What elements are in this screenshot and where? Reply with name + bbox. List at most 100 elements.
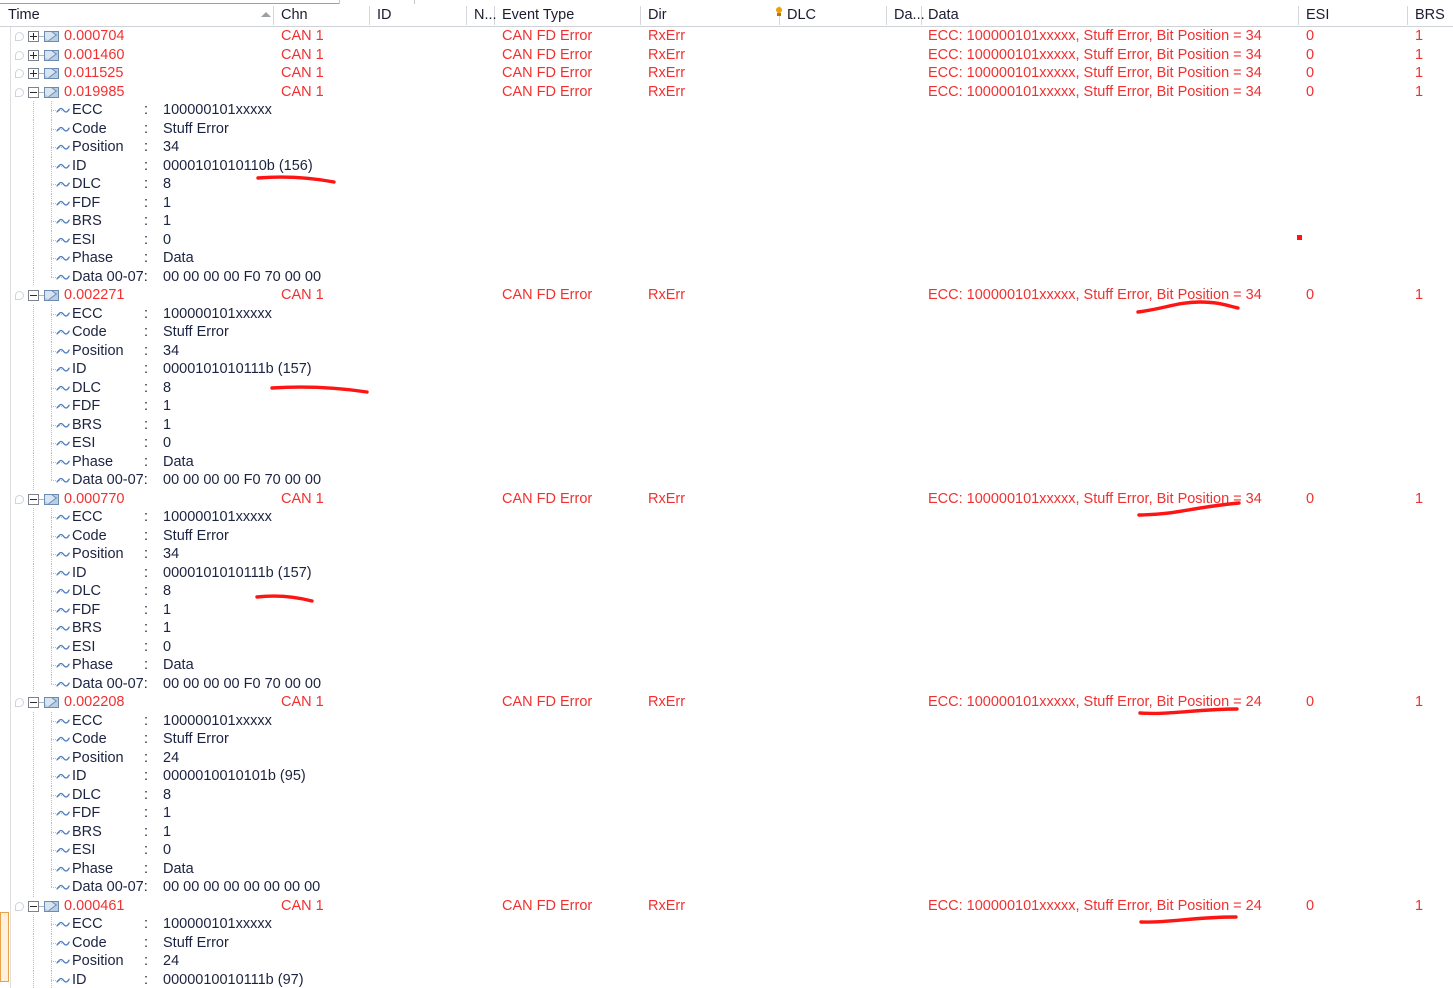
column-header-id[interactable]: ID (377, 4, 392, 26)
detail-row[interactable]: Phase: Data (0, 452, 1453, 471)
signal-wave-icon (56, 772, 70, 781)
sort-ascending-arrow-icon[interactable] (261, 12, 271, 17)
detail-row[interactable]: ECC:100000101xxxxx (0, 711, 1453, 730)
expand-node-button[interactable] (28, 68, 39, 79)
message-row[interactable]: 0.000461 CAN 1 CAN FD Error RxErr ECC: 10000… (0, 897, 1453, 916)
message-envelope-icon (44, 31, 59, 42)
detail-row[interactable]: ID:0000010010111b (97) (0, 970, 1453, 988)
message-row[interactable]: 0.019985 CAN 1 CAN FD Error RxErr ECC: 10000… (0, 83, 1453, 102)
detail-row[interactable]: BRS:1 (0, 822, 1453, 841)
message-row[interactable]: 0.000770 CAN 1 CAN FD Error RxErr ECC: 10000… (0, 490, 1453, 509)
column-divider-10[interactable] (1407, 6, 1408, 25)
detail-label: ECC (72, 509, 103, 525)
signal-wave-icon (56, 162, 70, 171)
column-divider-5[interactable] (640, 6, 641, 25)
collapse-node-button[interactable] (28, 900, 39, 912)
detail-row[interactable]: Phase: Data (0, 249, 1453, 268)
tree-vertical-line (33, 360, 34, 379)
detail-row[interactable]: BRS:1 (0, 212, 1453, 231)
tree-vertical-line (33, 341, 34, 360)
detail-row[interactable]: Code: Stuff Error (0, 323, 1453, 342)
column-header-dlc[interactable]: DLC (787, 4, 816, 26)
detail-row[interactable]: ECC:100000101xxxxx (0, 915, 1453, 934)
detail-row[interactable]: ESI:0 (0, 637, 1453, 656)
detail-row[interactable]: ID:0000101010110b (156) (0, 156, 1453, 175)
column-header-event[interactable]: Event Type (502, 4, 574, 26)
collapse-node-button[interactable] (28, 86, 39, 98)
collapse-node-button[interactable] (28, 493, 39, 505)
detail-row[interactable]: Code: Stuff Error (0, 526, 1453, 545)
signal-wave-icon (56, 920, 70, 929)
column-header-row[interactable]: Time Chn ID N... Event Type Dir DLC Da... Data ES… (0, 4, 1453, 27)
message-row[interactable]: 0.002208 CAN 1 CAN FD Error RxErr ECC: 10000… (0, 693, 1453, 712)
detail-row[interactable]: ID:0000010010101b (95) (0, 767, 1453, 786)
detail-row[interactable]: Data 00-07: 00 00 00 00 F0 70 00 00 (0, 471, 1453, 490)
detail-row[interactable]: Position:24 (0, 748, 1453, 767)
detail-row[interactable]: FDF:1 (0, 193, 1453, 212)
message-row[interactable]: 0.000704 CAN 1 CAN FD Error RxErr ECC: 10000… (0, 27, 1453, 46)
column-header-esi[interactable]: ESI (1306, 4, 1329, 26)
column-header-chn[interactable]: Chn (281, 4, 308, 26)
detail-row[interactable]: DLC:8 (0, 378, 1453, 397)
tree-vertical-line (33, 804, 34, 823)
column-header-da[interactable]: Da... (894, 4, 925, 26)
column-header-n[interactable]: N... (474, 4, 497, 26)
detail-label: Code (72, 324, 107, 340)
cell-brs: 1 (1415, 490, 1424, 507)
cell-time: 0.001460 (64, 46, 125, 63)
cell-dir: RxErr (648, 694, 686, 710)
detail-row[interactable]: BRS:1 (0, 415, 1453, 434)
detail-row[interactable]: DLC:8 (0, 785, 1453, 804)
detail-row[interactable]: Code: Stuff Error (0, 730, 1453, 749)
collapse-node-button[interactable] (28, 290, 39, 301)
expand-node-button[interactable] (28, 31, 39, 42)
signal-wave-icon (56, 273, 70, 282)
detail-row[interactable]: ECC:100000101xxxxx (0, 508, 1453, 527)
detail-row[interactable]: Position:34 (0, 545, 1453, 564)
signal-wave-icon (56, 106, 70, 115)
detail-row[interactable]: ECC:100000101xxxxx (0, 101, 1453, 120)
detail-row[interactable]: ID:0000101010111b (157) (0, 360, 1453, 379)
detail-row[interactable]: Code: Stuff Error (0, 119, 1453, 138)
detail-value: 0000101010111b (157) (163, 361, 312, 377)
trace-rows-container[interactable]: 0.000704 CAN 1 CAN FD Error RxErr ECC: 10000… (0, 27, 1453, 988)
detail-row[interactable]: FDF:1 (0, 600, 1453, 619)
detail-row[interactable]: ESI:0 (0, 434, 1453, 453)
detail-row[interactable]: FDF:1 (0, 804, 1453, 823)
message-row[interactable]: 0.002271 CAN 1 CAN FD Error RxErr ECC: 10000… (0, 286, 1453, 305)
detail-row[interactable]: FDF:1 (0, 397, 1453, 416)
column-divider-2[interactable] (369, 6, 370, 25)
detail-row[interactable]: Position:34 (0, 138, 1453, 157)
detail-row[interactable]: Phase: Data (0, 656, 1453, 675)
detail-row[interactable]: DLC:8 (0, 175, 1453, 194)
detail-row[interactable]: ESI:0 (0, 230, 1453, 249)
detail-row[interactable]: Data 00-07: 00 00 00 00 F0 70 00 00 (0, 674, 1453, 693)
detail-row[interactable]: Data 00-07: 00 00 00 00 F0 70 00 00 (0, 267, 1453, 286)
collapse-node-button[interactable] (28, 697, 39, 708)
column-divider-9[interactable] (1298, 6, 1299, 25)
expand-node-button[interactable] (28, 49, 39, 61)
column-divider-3[interactable] (466, 6, 467, 25)
filter-indicator-icon[interactable] (776, 7, 783, 17)
detail-row[interactable]: DLC:8 (0, 582, 1453, 601)
detail-value: 00 00 00 00 F0 70 00 00 (163, 268, 322, 285)
column-header-time[interactable]: Time (8, 4, 40, 26)
column-header-brs[interactable]: BRS (1415, 4, 1445, 26)
detail-row[interactable]: BRS:1 (0, 619, 1453, 638)
detail-label: FDF (72, 805, 101, 821)
column-header-dir[interactable]: Dir (648, 4, 667, 26)
message-row[interactable]: 0.001460 CAN 1 CAN FD Error RxErr ECC: 10000… (0, 46, 1453, 65)
detail-row[interactable]: ESI:0 (0, 841, 1453, 860)
detail-row[interactable]: ID:0000101010111b (157) (0, 563, 1453, 582)
cell-chn: CAN 1 (281, 897, 324, 914)
detail-row[interactable]: Position:24 (0, 952, 1453, 971)
detail-row[interactable]: Code: Stuff Error (0, 933, 1453, 952)
detail-row[interactable]: Data 00-07: 00 00 00 00 00 00 00 00 (0, 878, 1453, 897)
column-divider-7[interactable] (886, 6, 887, 25)
detail-row[interactable]: Phase: Data (0, 859, 1453, 878)
detail-row[interactable]: Position:34 (0, 341, 1453, 360)
column-header-data[interactable]: Data (928, 4, 959, 26)
detail-row[interactable]: ECC:100000101xxxxx (0, 304, 1453, 323)
column-divider-1[interactable] (273, 6, 274, 25)
message-row[interactable]: 0.011525 CAN 1 CAN FD Error RxErr ECC: 10000… (0, 64, 1453, 83)
